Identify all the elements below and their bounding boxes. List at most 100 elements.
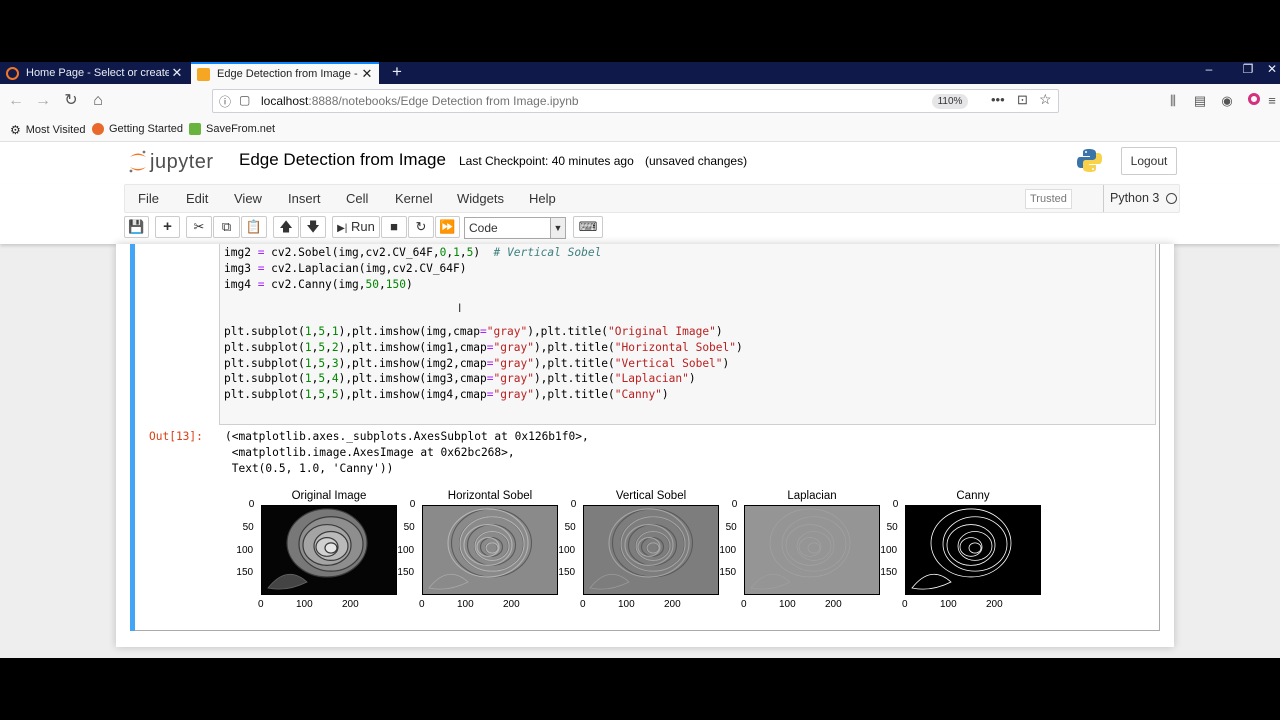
code-line: plt.subplot(1,5,5),plt.imshow(img4,cmap=… xyxy=(224,388,669,402)
subplot-image-laplacian xyxy=(744,505,880,595)
url-text: localhost:8888/notebooks/Edge Detection … xyxy=(261,94,579,108)
menu-cell[interactable]: Cell xyxy=(346,191,368,206)
y-tick-label: 0 xyxy=(409,499,416,510)
info-icon[interactable]: ⓘ xyxy=(219,93,231,110)
kernel-idle-icon xyxy=(1166,193,1177,204)
y-tick-label: 150 xyxy=(719,567,737,578)
output-text-line: Text(0.5, 1.0, 'Canny')) xyxy=(225,462,394,475)
code-input-area[interactable]: img2 = cv2.Sobel(img,cv2.CV_64F,0,1,5) #… xyxy=(219,244,1156,425)
menu-help[interactable]: Help xyxy=(529,191,556,206)
y-tick-label: 0 xyxy=(892,499,899,510)
extension-icon[interactable] xyxy=(1244,91,1264,111)
restart-button[interactable]: ↻ xyxy=(408,216,434,238)
move-up-button[interactable]: 🡅 xyxy=(273,216,299,238)
reload-icon[interactable]: ↻ xyxy=(61,91,81,111)
restart-run-all-button[interactable]: ⏩ xyxy=(435,216,460,238)
code-line: plt.subplot(1,5,1),plt.imshow(img,cmap="… xyxy=(224,325,723,338)
run-button[interactable]: ▶| Run xyxy=(332,216,380,238)
interrupt-button[interactable]: ■ xyxy=(381,216,407,238)
paste-button[interactable]: 📋 xyxy=(241,216,267,238)
y-tick-label: 100 xyxy=(397,545,415,556)
insert-cell-button[interactable]: + xyxy=(155,216,180,238)
bookmarks-bar: ⚙ Most Visited Getting Started SaveFrom.n… xyxy=(0,118,1280,142)
command-palette-button[interactable]: ⌨ xyxy=(573,216,603,238)
close-tab-icon[interactable]: ✕ xyxy=(169,65,185,81)
library-icon[interactable]: ⫼ xyxy=(1163,91,1183,111)
forward-icon[interactable]: → xyxy=(33,91,53,111)
x-tick-label: 100 xyxy=(940,599,957,610)
jupyter-logo[interactable]: jupyter xyxy=(128,149,214,175)
y-tick-label: 100 xyxy=(880,545,898,556)
logout-button[interactable]: Logout xyxy=(1121,147,1177,175)
restore-icon[interactable]: ❐ xyxy=(1240,62,1256,82)
trusted-indicator[interactable]: Trusted xyxy=(1025,189,1072,209)
cut-button[interactable]: ✂ xyxy=(186,216,212,238)
scissors-icon: ✂ xyxy=(193,219,205,234)
y-tick-label: 50 xyxy=(886,522,898,533)
x-tick-label: 100 xyxy=(618,599,635,610)
menu-file[interactable]: File xyxy=(138,191,159,206)
restart-icon: ↻ xyxy=(415,219,427,234)
menu-icon[interactable]: ≡ xyxy=(1262,91,1280,111)
text-cursor-icon: I xyxy=(458,301,462,315)
subplot-image-sobelx xyxy=(422,505,558,595)
plus-icon: + xyxy=(163,218,172,235)
selected-cell-indicator xyxy=(130,244,135,631)
menu-insert[interactable]: Insert xyxy=(288,191,321,206)
bookmark-star-icon[interactable]: ☆ xyxy=(1039,91,1052,108)
new-tab-button[interactable]: + xyxy=(388,62,406,84)
y-tick-label: 50 xyxy=(564,522,576,533)
unsaved-status: (unsaved changes) xyxy=(645,154,748,168)
menu-edit[interactable]: Edit xyxy=(186,191,208,206)
copy-button[interactable]: ⧉ xyxy=(213,216,240,238)
minimize-icon[interactable]: – xyxy=(1201,62,1217,82)
account-icon[interactable]: ◉ xyxy=(1217,91,1237,111)
menu-view[interactable]: View xyxy=(234,191,262,206)
home-icon[interactable]: ⌂ xyxy=(88,91,108,111)
gear-icon: ⚙ xyxy=(10,123,21,137)
notebook-title[interactable]: Edge Detection from Image xyxy=(239,150,446,170)
jupyter-logo-icon xyxy=(129,150,146,173)
x-tick-label: 0 xyxy=(419,599,425,610)
python-logo-icon xyxy=(1077,149,1102,172)
bookmark-savefrom[interactable]: SaveFrom.net xyxy=(189,123,275,135)
url-bar[interactable]: ⓘ ▢ localhost:8888/notebooks/Edge Detect… xyxy=(212,89,1059,113)
output-text-line: <matplotlib.image.AxesImage at 0x62bc268… xyxy=(225,446,515,459)
menu-widgets[interactable]: Widgets xyxy=(457,191,504,206)
y-tick-label: 100 xyxy=(558,545,576,556)
pocket-icon[interactable]: ⊡ xyxy=(1017,92,1028,108)
menu-kernel[interactable]: Kernel xyxy=(395,191,433,206)
tracking-shield-icon[interactable]: ▢ xyxy=(239,93,250,107)
close-window-icon[interactable]: ✕ xyxy=(1264,62,1280,82)
kernel-name[interactable]: Python 3 xyxy=(1110,191,1159,205)
bookmark-getting-started[interactable]: Getting Started xyxy=(92,123,183,135)
cell-type-select[interactable]: Code ▼ xyxy=(464,217,566,239)
save-icon: 💾 xyxy=(128,219,145,234)
save-button[interactable]: 💾 xyxy=(124,216,149,238)
code-cell[interactable]: img2 = cv2.Sobel(img,cv2.CV_64F,0,1,5) #… xyxy=(130,244,1160,631)
y-tick-label: 150 xyxy=(880,567,898,578)
tab-title: Home Page - Select or create a xyxy=(26,67,169,79)
tab-edge-detection[interactable]: Edge Detection from Image - J ✕ xyxy=(191,62,379,84)
code-line: plt.subplot(1,5,4),plt.imshow(img3,cmap=… xyxy=(224,372,696,386)
subplot-image-sobely xyxy=(583,505,719,595)
subplot-title: Laplacian xyxy=(787,490,837,502)
code-line: plt.subplot(1,5,3),plt.imshow(img2,cmap=… xyxy=(224,356,730,370)
move-down-button[interactable]: 🡇 xyxy=(300,216,326,238)
tab-home-page[interactable]: Home Page - Select or create a ✕ xyxy=(0,62,189,84)
notebook-container: img2 = cv2.Sobel(img,cv2.CV_64F,0,1,5) #… xyxy=(116,244,1174,647)
tab-title: Edge Detection from Image - J xyxy=(217,68,359,80)
sidebar-icon[interactable]: ▤ xyxy=(1190,91,1210,111)
output-prompt: Out[13]: xyxy=(149,430,203,443)
zoom-level[interactable]: 110% xyxy=(932,94,968,109)
download-arrow-icon xyxy=(189,123,201,135)
firefox-icon xyxy=(92,123,104,135)
page-actions-icon[interactable]: ••• xyxy=(991,92,1005,107)
bookmark-most-visited[interactable]: ⚙ Most Visited xyxy=(10,123,85,137)
back-icon[interactable]: ← xyxy=(6,91,26,111)
menu-row: File Edit View Insert Cell Kernel Widget… xyxy=(124,184,1180,213)
close-tab-icon[interactable]: ✕ xyxy=(359,66,375,82)
subplot-image-canny xyxy=(905,505,1041,595)
fast-forward-icon: ⏩ xyxy=(439,219,456,234)
subplot-image-original xyxy=(261,505,397,595)
